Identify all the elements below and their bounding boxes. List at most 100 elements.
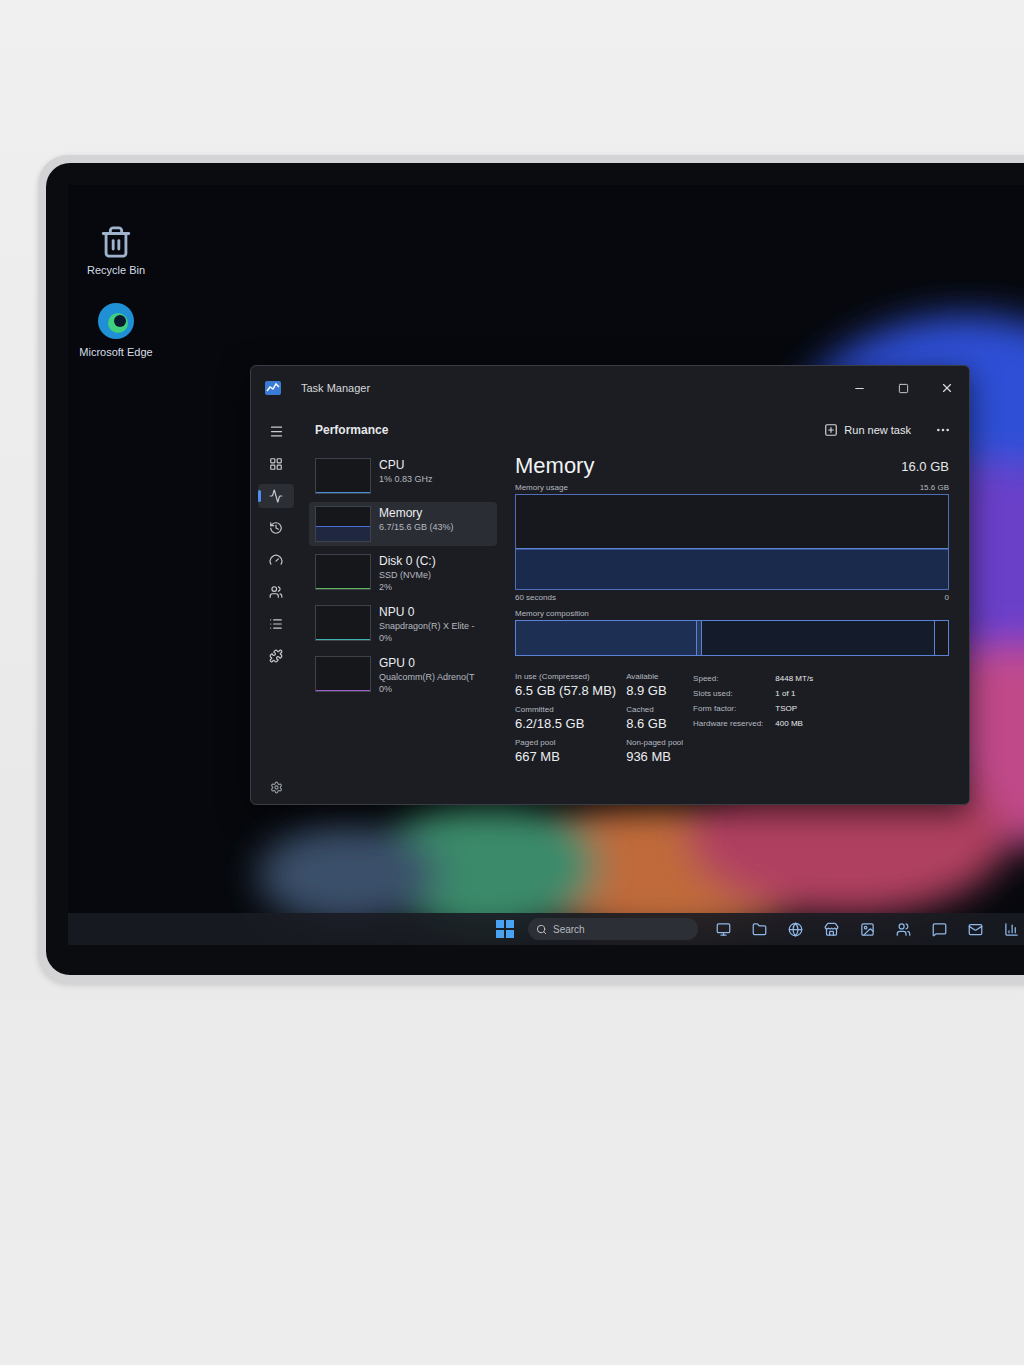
memory-title: Memory xyxy=(515,452,594,480)
screen-bezel: Recycle Bin Microsoft Edge Task Manager Per… xyxy=(46,163,1024,975)
stat: Cached8.6 GB xyxy=(626,705,683,732)
nav-icon xyxy=(269,585,283,599)
composition-segment xyxy=(516,621,697,655)
search-icon xyxy=(536,924,547,935)
app-icon xyxy=(860,922,875,937)
taskbar: Search xyxy=(68,913,1024,945)
gear-icon xyxy=(270,781,283,794)
memory-usage-chart xyxy=(515,494,949,590)
taskbar-app[interactable] xyxy=(712,918,734,940)
thumbnail-fill xyxy=(316,639,370,640)
stat: Paged pool667 MB xyxy=(515,738,616,765)
device-list: CPU1% 0.83 GHzMemory6.7/15.6 GB (43%)Dis… xyxy=(301,450,497,804)
minimize-button[interactable] xyxy=(837,373,881,403)
desktop-icons: Recycle Bin Microsoft Edge xyxy=(76,225,156,359)
app-icon xyxy=(932,922,947,937)
memory-panel: Memory16.0 GBMemory usage15.6 GB60 secon… xyxy=(497,450,969,804)
nav-icon xyxy=(269,617,283,631)
memory-stats: In use (Compressed)6.5 GB (57.8 MB) Avail… xyxy=(515,672,683,765)
nav-icon xyxy=(269,521,283,535)
nav-item[interactable] xyxy=(258,644,294,668)
composition-segment xyxy=(702,621,935,655)
windows-logo-icon[interactable] xyxy=(496,920,514,938)
selection-indicator xyxy=(258,490,261,502)
taskbar-app[interactable] xyxy=(748,918,770,940)
taskbar-app[interactable] xyxy=(856,918,878,940)
nav-item[interactable] xyxy=(258,484,294,508)
taskbar-app[interactable] xyxy=(892,918,914,940)
memory-total: 16.0 GB xyxy=(901,457,949,481)
minimize-icon xyxy=(853,382,866,395)
nav-item[interactable] xyxy=(258,516,294,540)
device-item[interactable]: CPU1% 0.83 GHz xyxy=(309,454,497,498)
close-button[interactable] xyxy=(925,373,969,403)
maximize-icon xyxy=(898,383,909,394)
stat: Non-paged pool936 MB xyxy=(626,738,683,765)
thumbnail-fill xyxy=(316,588,370,589)
taskbar-search[interactable]: Search xyxy=(528,918,698,940)
nav-item[interactable] xyxy=(258,580,294,604)
stat: Available8.9 GB xyxy=(626,672,683,699)
app-icon xyxy=(716,922,731,937)
device-item[interactable]: GPU 0Qualcomm(R) Adreno(T0% xyxy=(309,652,497,699)
device-item[interactable]: Memory6.7/15.6 GB (43%) xyxy=(309,502,497,546)
app-icon xyxy=(968,922,983,937)
nav-item[interactable] xyxy=(258,452,294,476)
thumbnail-fill xyxy=(316,526,370,541)
page-header: Performance Run new task xyxy=(301,410,969,450)
thumbnail-fill xyxy=(316,492,370,493)
nav-item[interactable] xyxy=(258,612,294,636)
hamburger-icon xyxy=(269,424,284,439)
device-thumbnail xyxy=(315,656,371,692)
device-thumbnail xyxy=(315,458,371,494)
thumbnail-fill xyxy=(316,690,370,691)
maximize-button[interactable] xyxy=(881,373,925,403)
device-item[interactable]: Disk 0 (C:)SSD (NVMe)2% xyxy=(309,550,497,597)
recycle-bin-icon xyxy=(99,225,133,259)
title-bar: Task Manager xyxy=(251,366,969,410)
close-icon xyxy=(940,381,954,395)
photo: Recycle Bin Microsoft Edge Task Manager Per… xyxy=(0,0,1024,1365)
tablet-device: Recycle Bin Microsoft Edge Task Manager Per… xyxy=(38,155,1024,983)
app-icon xyxy=(896,922,911,937)
task-manager-window[interactable]: Task Manager Performance Run new task CPU1%… xyxy=(250,365,970,805)
usage-line-icon xyxy=(516,495,948,589)
app-icon xyxy=(788,922,803,937)
screen: Recycle Bin Microsoft Edge Task Manager Per… xyxy=(68,185,1024,945)
stat: In use (Compressed)6.5 GB (57.8 MB) xyxy=(515,672,616,699)
desktop-icon[interactable]: Microsoft Edge xyxy=(76,301,156,359)
desktop-icon[interactable]: Recycle Bin xyxy=(76,225,156,277)
nav-icon xyxy=(269,649,283,663)
nav-icon xyxy=(269,489,283,503)
device-item[interactable]: NPU 0Snapdragon(R) X Elite -0% xyxy=(309,601,497,648)
device-thumbnail xyxy=(315,554,371,590)
memory-specs: Speed:8448 MT/sSlots used:1 of 1Form fac… xyxy=(693,672,813,765)
nav-item[interactable] xyxy=(258,548,294,572)
more-button[interactable] xyxy=(931,422,955,438)
app-icon xyxy=(824,922,839,937)
taskbar-app[interactable] xyxy=(820,918,842,940)
taskbar-app[interactable] xyxy=(928,918,950,940)
edge-logo-icon xyxy=(96,301,136,341)
taskbar-app[interactable] xyxy=(964,918,986,940)
nav-icon xyxy=(269,553,283,567)
stat: Committed6.2/18.5 GB xyxy=(515,705,616,732)
settings-button[interactable] xyxy=(270,781,283,794)
nav-strip xyxy=(251,410,301,804)
run-task-icon xyxy=(824,423,838,437)
memory-composition-bar xyxy=(515,620,949,656)
app-icon xyxy=(752,922,767,937)
taskbar-app[interactable] xyxy=(1000,918,1022,940)
task-manager-icon xyxy=(265,381,281,395)
taskbar-app[interactable] xyxy=(784,918,806,940)
menu-button[interactable] xyxy=(269,418,284,444)
device-thumbnail xyxy=(315,605,371,641)
composition-segment xyxy=(935,621,948,655)
page-title: Performance xyxy=(315,421,388,439)
nav-icon xyxy=(269,457,283,471)
window-title: Task Manager xyxy=(301,380,370,397)
run-new-task-button[interactable]: Run new task xyxy=(818,418,917,443)
app-icon xyxy=(1004,922,1019,937)
device-thumbnail xyxy=(315,506,371,542)
more-icon xyxy=(935,422,951,438)
